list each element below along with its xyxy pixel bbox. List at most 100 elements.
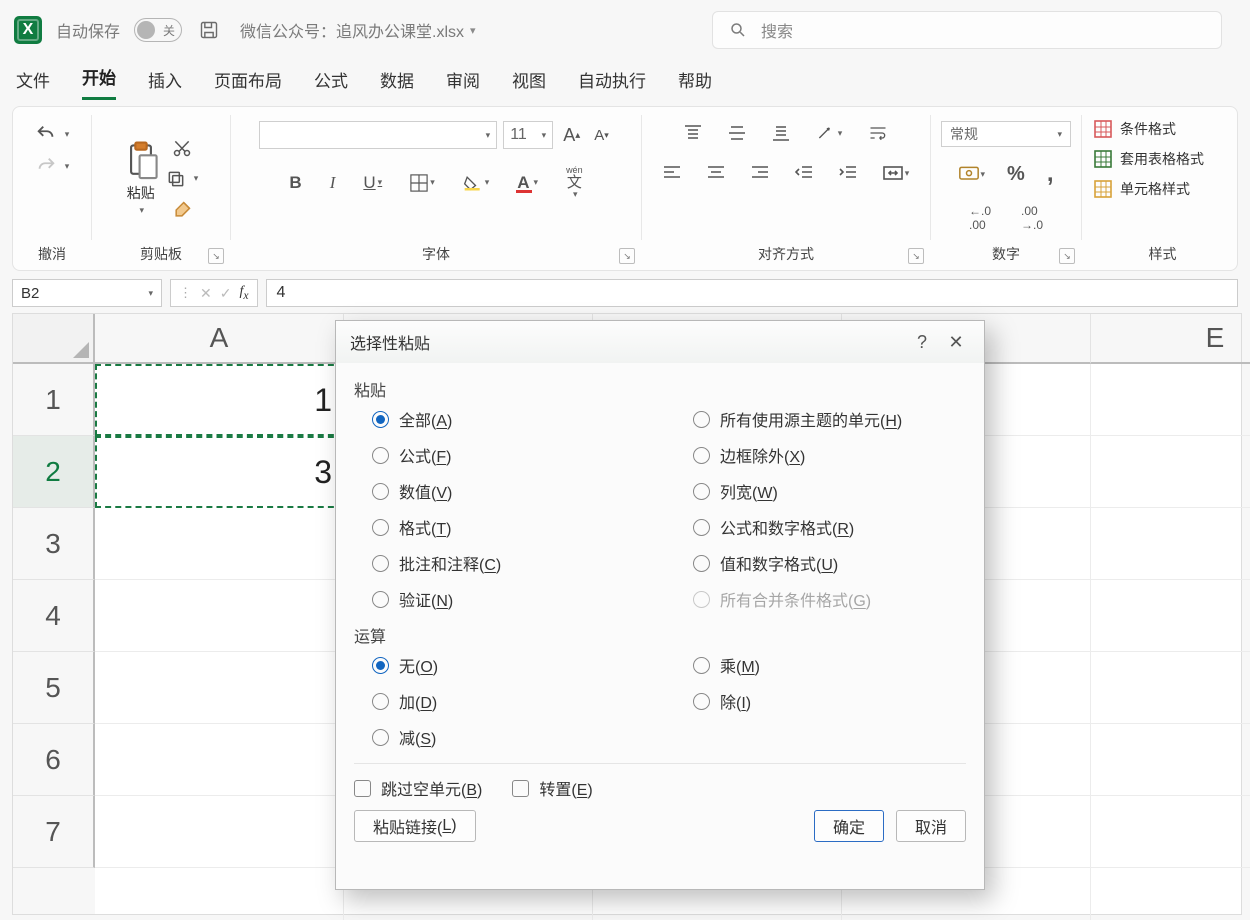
style-item[interactable]: 单元格样式 <box>1094 179 1190 199</box>
cell[interactable] <box>1091 580 1250 652</box>
cell[interactable] <box>1091 652 1250 724</box>
search-input[interactable]: 搜索 <box>712 11 1222 49</box>
radio-formats[interactable]: 格式(T) <box>372 515 645 539</box>
radio-values[interactable]: 数值(V) <box>372 479 645 503</box>
radio-comments[interactable]: 批注和注释(C) <box>372 551 645 575</box>
wrap-text-button[interactable] <box>864 121 892 145</box>
confirm-fx-icon[interactable]: ✓ <box>220 285 232 302</box>
transpose-checkbox[interactable]: 转置(E) <box>512 776 592 800</box>
tab-帮助[interactable]: 帮助 <box>678 67 712 100</box>
cell[interactable] <box>95 724 344 796</box>
skip-blanks-checkbox[interactable]: 跳过空单元(B) <box>354 776 482 800</box>
radio-vnum[interactable]: 值和数字格式(U) <box>693 551 966 575</box>
tab-审阅[interactable]: 审阅 <box>446 67 480 100</box>
cell[interactable] <box>1091 436 1250 508</box>
filename-display[interactable]: 微信公众号：追风办公课堂.xlsx ▾ <box>240 18 476 42</box>
phonetic-button[interactable]: wén文▾ <box>562 163 587 202</box>
paste-link-button[interactable]: 粘贴链接(L) <box>354 810 476 842</box>
radio-add[interactable]: 加(D) <box>372 689 645 713</box>
help-button[interactable]: ? <box>908 328 936 356</box>
cell[interactable] <box>95 652 344 724</box>
underline-button[interactable]: U ▾ <box>359 170 386 196</box>
copy-button[interactable]: ▾ <box>166 169 199 189</box>
align-left-button[interactable] <box>659 161 685 185</box>
dialog-titlebar[interactable]: 选择性粘贴 ? ✕ <box>336 321 984 363</box>
row-header[interactable]: 4 <box>13 580 95 652</box>
cell[interactable]: 1 <box>95 364 344 436</box>
cell[interactable] <box>95 868 344 920</box>
radio-div[interactable]: 除(I) <box>693 689 966 713</box>
tab-插入[interactable]: 插入 <box>148 67 182 100</box>
name-box[interactable]: B2▾ <box>12 279 162 307</box>
style-item[interactable]: 条件格式 <box>1094 119 1176 139</box>
paste-button[interactable]: 粘贴 ▾ <box>124 141 158 216</box>
radio-colw[interactable]: 列宽(W) <box>693 479 966 503</box>
cancel-fx-icon[interactable]: ✕ <box>200 285 212 302</box>
column-header[interactable]: E <box>1091 314 1250 364</box>
increase-indent-button[interactable] <box>835 161 861 185</box>
cell[interactable] <box>1091 508 1250 580</box>
cell[interactable] <box>1091 364 1250 436</box>
radio-none[interactable]: 无(O) <box>372 653 645 677</box>
undo-button[interactable]: ▾ <box>35 123 70 145</box>
cell[interactable]: 3 <box>95 436 344 508</box>
tab-视图[interactable]: 视图 <box>512 67 546 100</box>
ok-button[interactable]: 确定 <box>814 810 884 842</box>
fx-icon[interactable]: fx <box>239 284 248 302</box>
dialog-launcher-icon[interactable]: ↘ <box>619 248 635 264</box>
save-icon[interactable] <box>196 17 222 43</box>
cancel-button[interactable]: 取消 <box>896 810 966 842</box>
radio-noborder[interactable]: 边框除外(X) <box>693 443 966 467</box>
grow-font-button[interactable]: A▴ <box>559 122 584 149</box>
increase-decimal-button[interactable]: ←.0.00 <box>965 201 995 235</box>
align-center-button[interactable] <box>703 161 729 185</box>
tab-开始[interactable]: 开始 <box>82 64 116 100</box>
format-painter-button[interactable] <box>166 197 199 223</box>
merge-center-button[interactable]: ▾ <box>879 161 914 185</box>
borders-button[interactable]: ▾ <box>406 171 439 195</box>
dialog-launcher-icon[interactable]: ↘ <box>908 248 924 264</box>
row-header[interactable]: 2 <box>13 436 95 508</box>
style-item[interactable]: 套用表格格式 <box>1094 149 1204 169</box>
cell[interactable] <box>95 796 344 868</box>
column-header[interactable]: A <box>95 314 344 364</box>
fx-dropdown-icon[interactable]: ⋮ <box>179 285 192 301</box>
row-header[interactable]: 1 <box>13 364 95 436</box>
row-header[interactable]: 3 <box>13 508 95 580</box>
align-right-button[interactable] <box>747 161 773 185</box>
radio-sub[interactable]: 减(S) <box>372 725 645 749</box>
radio-theme[interactable]: 所有使用源主题的单元(H) <box>693 407 966 431</box>
tab-公式[interactable]: 公式 <box>314 67 348 100</box>
font-name-select[interactable]: ▾ <box>259 121 497 149</box>
align-bottom-button[interactable] <box>768 121 794 145</box>
align-middle-button[interactable] <box>724 121 750 145</box>
cell[interactable] <box>1091 868 1250 920</box>
tab-数据[interactable]: 数据 <box>380 67 414 100</box>
comma-button[interactable]: , <box>1043 157 1058 191</box>
font-color-button[interactable]: A ▾ <box>513 169 542 196</box>
dialog-launcher-icon[interactable]: ↘ <box>1059 248 1075 264</box>
tab-页面布局[interactable]: 页面布局 <box>214 67 282 100</box>
row-header[interactable]: 7 <box>13 796 95 868</box>
decrease-decimal-button[interactable]: .00→.0 <box>1017 201 1047 235</box>
italic-button[interactable]: I <box>326 170 340 196</box>
tab-文件[interactable]: 文件 <box>16 67 50 100</box>
accounting-format-button[interactable]: ▾ <box>955 163 990 185</box>
radio-validation[interactable]: 验证(N) <box>372 587 645 611</box>
cell[interactable] <box>1091 724 1250 796</box>
shrink-font-button[interactable]: A▾ <box>590 124 613 147</box>
redo-button[interactable]: ▾ <box>35 155 70 177</box>
number-format-select[interactable]: 常规▾ <box>941 121 1071 147</box>
tab-自动执行[interactable]: 自动执行 <box>578 67 646 100</box>
formula-input[interactable]: 4 <box>266 279 1238 307</box>
fill-color-button[interactable]: ▾ <box>459 171 494 195</box>
cell[interactable] <box>95 580 344 652</box>
font-size-select[interactable]: 11▾ <box>503 121 553 149</box>
align-top-button[interactable] <box>680 121 706 145</box>
bold-button[interactable]: B <box>285 170 305 196</box>
cell[interactable] <box>1091 796 1250 868</box>
autosave-toggle[interactable]: 关 <box>134 18 182 42</box>
radio-formulas[interactable]: 公式(F) <box>372 443 645 467</box>
percent-button[interactable]: % <box>1003 160 1029 189</box>
select-all-corner[interactable] <box>13 314 95 364</box>
